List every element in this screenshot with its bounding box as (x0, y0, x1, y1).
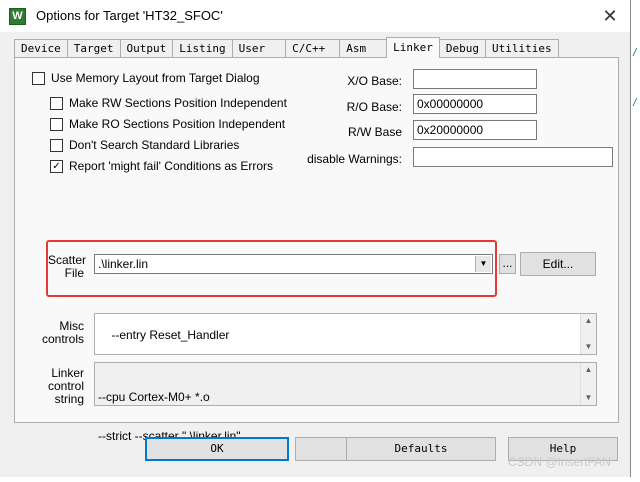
linker-control-textarea[interactable]: --cpu Cortex-M0+ *.o --strict --scatter … (94, 362, 597, 443)
scroll-up-icon[interactable]: ▲ (581, 363, 596, 377)
dont-search-std-libs-checkbox[interactable]: Don't Search Standard Libraries (50, 138, 239, 152)
checkbox-label: Don't Search Standard Libraries (69, 138, 240, 152)
window-title: Options for Target 'HT32_SFOC' (36, 8, 223, 23)
tab-device[interactable]: Device (14, 39, 68, 58)
report-might-fail-checkbox[interactable]: ✓ Report 'might fail' Conditions as Erro… (50, 159, 273, 173)
misc-controls-value: --entry Reset_Handler (111, 328, 230, 342)
misc-scrollbar[interactable]: ▲ ▼ (580, 314, 596, 354)
checkbox-label: Report 'might fail' Conditions as Errors (69, 159, 273, 173)
linker-control-label: Linker control string (40, 367, 84, 406)
scroll-down-icon[interactable]: ▼ (581, 340, 596, 354)
editor-fragment: / (632, 97, 639, 108)
checkbox-box[interactable] (32, 71, 45, 85)
tab-strip: Device Target Output Listing User C/C++ … (14, 37, 559, 58)
linker-control-line1: --cpu Cortex-M0+ *.o (98, 390, 210, 404)
scatter-file-value: .\linker.lin (98, 257, 149, 271)
misc-controls-textarea[interactable]: --entry Reset_Handler ▲ ▼ (94, 313, 597, 355)
watermark: CSDN @InsertFAN (508, 455, 611, 469)
scroll-down-icon[interactable]: ▼ (581, 391, 596, 405)
edit-button[interactable]: Edit... (520, 252, 596, 276)
app-icon: W (9, 8, 26, 25)
rw-base-label: R/W Base (347, 125, 402, 139)
xo-base-input[interactable] (413, 69, 537, 89)
disable-warnings-label: disable Warnings: (307, 152, 402, 166)
tab-asm[interactable]: Asm (339, 39, 388, 58)
browse-button[interactable]: ... (499, 254, 516, 274)
tab-listing[interactable]: Listing (172, 39, 233, 58)
background-editor-strip: / / (631, 0, 640, 477)
misc-controls-label: Misc controls (40, 320, 84, 346)
scroll-up-icon[interactable]: ▲ (581, 314, 596, 328)
xo-base-label: X/O Base: (347, 74, 402, 88)
rw-base-input[interactable]: 0x20000000 (413, 120, 537, 140)
checkbox-box-checked[interactable]: ✓ (50, 159, 63, 173)
misc-label-line2: controls (41, 332, 84, 346)
scatter-file-label: Scatter File (48, 254, 86, 280)
editor-fragment: / (632, 47, 639, 58)
tab-output[interactable]: Output (119, 39, 174, 58)
use-memory-layout-checkbox[interactable]: Use Memory Layout from Target Dialog (32, 71, 260, 85)
make-rw-independent-checkbox[interactable]: Make RW Sections Position Independent (50, 96, 287, 110)
disable-warnings-input[interactable] (413, 147, 613, 167)
tab-utilities[interactable]: Utilities (484, 39, 559, 58)
ro-base-label: R/O Base: (346, 100, 402, 114)
tab-user[interactable]: User (231, 39, 287, 58)
checkbox-label: Use Memory Layout from Target Dialog (51, 71, 260, 85)
options-dialog: W Options for Target 'HT32_SFOC' ✕ Devic… (0, 0, 631, 477)
scatter-label-line2: File (64, 266, 84, 280)
close-icon[interactable]: ✕ (600, 6, 620, 26)
ok-button[interactable]: OK (145, 437, 289, 461)
make-ro-independent-checkbox[interactable]: Make RO Sections Position Independent (50, 117, 285, 131)
tab-linker[interactable]: Linker (386, 37, 440, 58)
title-bar: W Options for Target 'HT32_SFOC' ✕ (0, 0, 630, 32)
checkbox-box[interactable] (50, 96, 63, 110)
chevron-down-icon[interactable]: ▼ (475, 256, 491, 272)
checkbox-label: Make RO Sections Position Independent (69, 117, 286, 131)
scatter-file-combobox[interactable]: .\linker.lin ▼ (94, 254, 493, 274)
tab-debug[interactable]: Debug (438, 39, 486, 58)
checkbox-box[interactable] (50, 117, 63, 131)
checkbox-label: Make RW Sections Position Independent (69, 96, 287, 110)
checkbox-box[interactable] (50, 138, 63, 152)
ro-base-input[interactable]: 0x00000000 (413, 94, 537, 114)
tab-c-cpp[interactable]: C/C++ (285, 39, 341, 58)
defaults-button[interactable]: Defaults (346, 437, 496, 461)
linker-control-scrollbar[interactable]: ▲ ▼ (580, 363, 596, 405)
tab-target[interactable]: Target (66, 39, 121, 58)
linker-label-line3: string (54, 392, 84, 406)
